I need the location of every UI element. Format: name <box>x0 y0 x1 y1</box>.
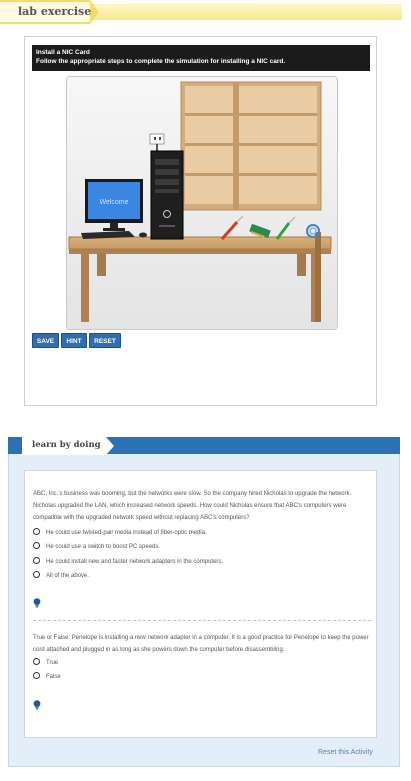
reset-activity-link[interactable]: Reset this Activity <box>318 749 373 756</box>
save-button[interactable]: SAVE <box>32 333 59 348</box>
lab-exercise-header: lab exercise <box>0 0 411 24</box>
instruction-body: Follow the appropriate steps to complete… <box>36 58 286 65</box>
lightbulb-hint-icon[interactable] <box>33 598 41 608</box>
radio-icon[interactable] <box>33 657 40 665</box>
simulation-canvas[interactable]: Welcome <box>66 76 338 330</box>
question-2-option-1[interactable]: True <box>33 657 59 668</box>
question-1-text: ABC, Inc.'s business was booming, but th… <box>33 491 352 521</box>
question-1-option-4[interactable]: All of the above. <box>33 570 90 581</box>
reset-button[interactable]: RESET <box>89 333 121 348</box>
option-label: He could use twisted-pair media instead … <box>46 530 207 536</box>
mouse-icon[interactable] <box>139 232 147 238</box>
lbd-header-label: learn by doing <box>32 440 101 450</box>
question-divider <box>33 620 371 621</box>
lightbulb-hint-icon[interactable] <box>33 700 41 710</box>
option-label: False <box>46 674 61 680</box>
radio-icon[interactable] <box>33 527 40 535</box>
lbd-header-tab-arrow <box>106 437 114 455</box>
question-1-option-1[interactable]: He could use twisted-pair media instead … <box>33 527 207 538</box>
lab-header-tab-arrow <box>90 0 99 24</box>
lab-header-label: lab exercise <box>18 5 92 18</box>
option-label: All of the above. <box>46 573 90 579</box>
option-label: True <box>46 660 59 666</box>
question-1-option-3[interactable]: He could install new and faster network … <box>33 556 224 567</box>
instruction-banner: Install a NIC Card Follow the appropriat… <box>32 45 370 71</box>
bookshelf <box>180 81 322 211</box>
computer-tower[interactable] <box>150 150 184 240</box>
radio-icon[interactable] <box>33 570 40 578</box>
simulation-scene: Welcome <box>67 77 337 329</box>
hint-button[interactable]: HINT <box>61 333 87 348</box>
radio-icon[interactable] <box>33 541 40 549</box>
option-label: He could install new and faster network … <box>46 559 224 565</box>
learn-by-doing-header: learn by doing <box>8 437 400 457</box>
radio-icon[interactable] <box>33 671 40 679</box>
option-label: He could use a switch to boost PC speeds… <box>46 544 161 550</box>
instruction-title: Install a NIC Card <box>36 49 90 56</box>
question-2-option-2[interactable]: False <box>33 671 61 682</box>
question-1-option-2[interactable]: He could use a switch to boost PC speeds… <box>33 541 161 552</box>
question-2-text: True or False: Penelope is installing a … <box>33 635 369 653</box>
monitor-welcome-text: Welcome <box>99 199 128 206</box>
radio-icon[interactable] <box>33 556 40 564</box>
